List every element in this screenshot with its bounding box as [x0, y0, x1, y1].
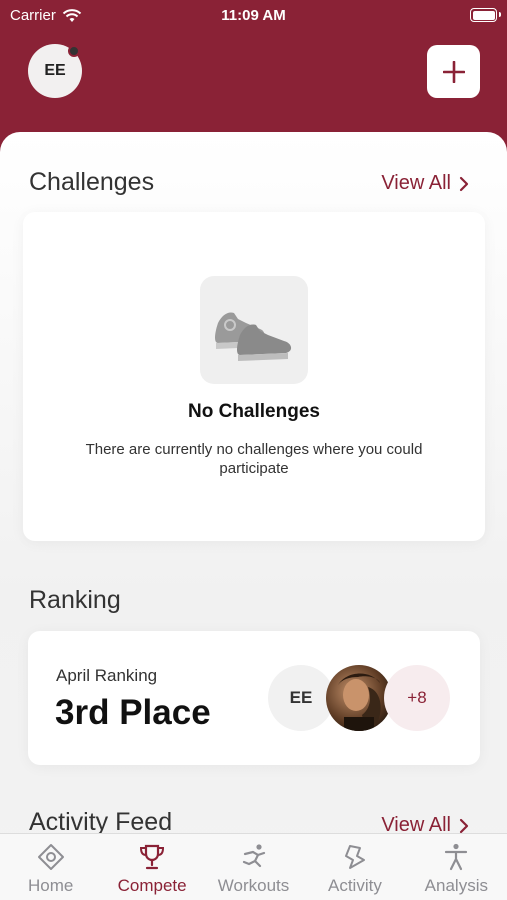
trophy-icon: [140, 844, 165, 870]
tab-analysis[interactable]: Analysis: [406, 834, 507, 900]
clock: 11:09 AM: [221, 7, 286, 24]
workouts-icon: [242, 844, 265, 868]
notification-dot: [68, 45, 80, 57]
challenges-view-all[interactable]: View All: [381, 172, 469, 195]
ranking-avatar-user: EE: [268, 665, 334, 731]
plus-icon: [442, 60, 465, 83]
activity-icon: [344, 845, 365, 869]
ranking-card[interactable]: April Ranking 3rd Place EE +8: [28, 631, 480, 765]
tab-home[interactable]: Home: [0, 834, 101, 900]
profile-avatar[interactable]: EE: [28, 44, 82, 98]
tab-compete[interactable]: Compete: [101, 834, 202, 900]
battery-icon: [470, 8, 501, 22]
avatar-initials: EE: [44, 62, 66, 79]
tab-activity[interactable]: Activity: [304, 834, 405, 900]
tab-compete-label: Compete: [117, 876, 187, 895]
shoe-icon: [200, 276, 308, 384]
ranking-period-label: April Ranking: [56, 666, 158, 685]
tab-bar: Home Compete Workouts Activity Analysis: [0, 833, 507, 900]
content-sheet: Challenges View All No Challenges There …: [0, 132, 507, 900]
challenges-empty-card: No Challenges There are currently no cha…: [23, 212, 485, 541]
status-bar: Carrier 11:09 AM: [0, 0, 507, 32]
empty-state-description: There are currently no challenges where …: [85, 441, 423, 477]
ranking-more-count: +8: [384, 665, 450, 731]
challenges-title: Challenges: [29, 168, 155, 196]
home-icon: [37, 844, 64, 870]
ranking-avatar-photo: [326, 665, 392, 731]
add-button[interactable]: [427, 45, 480, 98]
tab-home-label: Home: [28, 876, 74, 895]
tab-workouts-label: Workouts: [217, 876, 290, 895]
chevron-right-icon: [459, 818, 469, 833]
empty-state-title: No Challenges: [188, 401, 320, 422]
tab-activity-label: Activity: [328, 876, 382, 895]
ranking-title: Ranking: [29, 586, 121, 614]
tab-analysis-label: Analysis: [424, 876, 488, 895]
chevron-right-icon: [459, 176, 469, 191]
ranking-more-label: +8: [407, 688, 427, 707]
ranking-avatar-initials: EE: [289, 688, 313, 707]
tab-workouts[interactable]: Workouts: [203, 834, 304, 900]
ranking-place: 3rd Place: [55, 693, 211, 732]
view-all-label: View All: [381, 172, 451, 194]
analysis-icon: [445, 843, 468, 871]
